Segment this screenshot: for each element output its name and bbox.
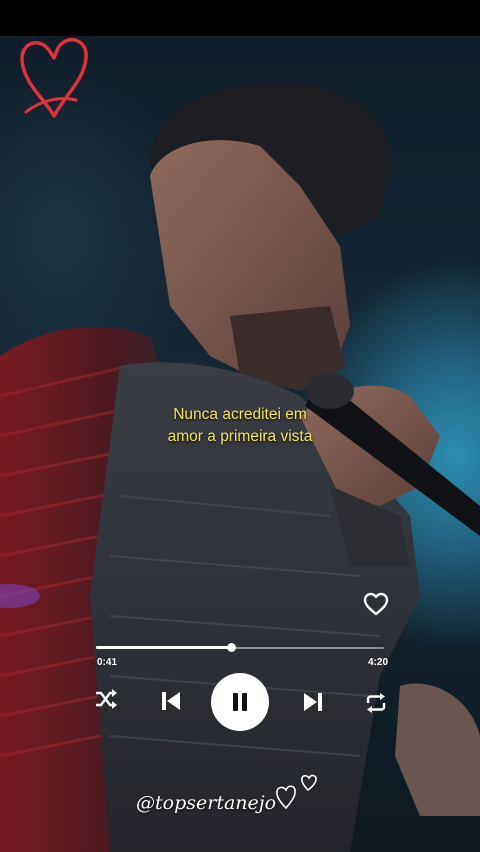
hearts-doodle-icon xyxy=(276,774,317,810)
lyrics-caption: Nunca acreditei em amor a primeira vista xyxy=(0,404,480,448)
progress-bar[interactable] xyxy=(96,643,384,652)
pause-button[interactable] xyxy=(211,673,269,731)
lyrics-line-1: Nunca acreditei em xyxy=(173,406,307,423)
heart-outline-icon[interactable] xyxy=(362,591,390,617)
previous-icon[interactable] xyxy=(160,690,182,712)
watermark-handle: @topsertanejo xyxy=(136,792,277,814)
total-time: 4:20 xyxy=(367,657,388,668)
lyrics-line-2: amor a primeira vista xyxy=(167,428,313,445)
heart-icon xyxy=(20,37,88,118)
repeat-icon[interactable] xyxy=(364,692,388,714)
current-time: 0:41 xyxy=(97,657,118,668)
progress-fill xyxy=(96,646,232,649)
shuffle-icon[interactable] xyxy=(94,688,118,710)
pause-icon xyxy=(233,693,247,711)
next-icon[interactable] xyxy=(302,691,324,713)
